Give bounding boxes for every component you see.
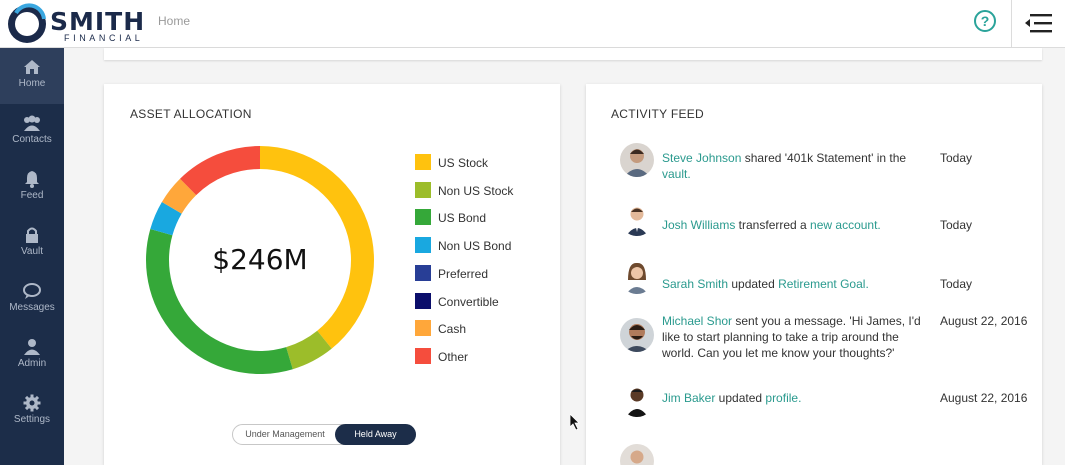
breadcrumb[interactable]: Home	[158, 14, 190, 28]
legend-label: US Bond	[438, 211, 487, 226]
bell-icon	[25, 171, 39, 188]
avatar[interactable]	[620, 383, 654, 417]
feed-user-link[interactable]: Jim Baker	[662, 391, 715, 405]
lock-icon	[26, 227, 38, 243]
legend-swatch	[415, 237, 431, 254]
legend-swatch	[415, 292, 431, 309]
feed-item-text: Sarah Smith updated Retirement Goal.	[662, 276, 922, 292]
legend-label: Other	[438, 349, 469, 364]
feed-date: Today	[940, 218, 973, 232]
feed-item-text: Steve Johnson shared '401k Statement' in…	[662, 150, 922, 182]
sidebar-item-settings[interactable]: Settings	[0, 384, 64, 440]
divider	[1011, 0, 1012, 48]
legend-label: Non US Bond	[438, 239, 512, 254]
help-icon[interactable]: ?	[974, 10, 996, 32]
sidebar-item-feed[interactable]: Feed	[0, 160, 64, 216]
avatar[interactable]	[620, 202, 654, 236]
feed-item-text: Michael Shor sent you a message. 'Hi Jam…	[662, 313, 922, 361]
feed-date: August 22, 2016	[940, 314, 1028, 328]
legend-swatch	[415, 264, 431, 281]
feed-message: shared '401k Statement' in the	[741, 151, 907, 165]
chat-icon	[23, 283, 41, 299]
activity-feed-card	[586, 84, 1042, 465]
top-card-edge	[104, 48, 1042, 60]
management-toggle[interactable]: Under Management Held Away	[232, 424, 416, 445]
feed-target-link[interactable]: vault.	[662, 167, 691, 181]
sidebar-item-label: Contacts	[12, 134, 52, 145]
legend-label: Convertible	[438, 294, 499, 309]
sidebar-item-messages[interactable]: Messages	[0, 272, 64, 328]
avatar[interactable]	[620, 318, 654, 352]
feed-date: Today	[940, 151, 973, 165]
mouse-cursor-icon	[570, 414, 580, 430]
feed-target-link[interactable]: new account.	[810, 218, 881, 232]
legend-swatch	[415, 320, 431, 337]
collapse-menu-icon[interactable]	[1024, 12, 1054, 34]
legend-swatch	[415, 347, 431, 364]
gear-icon	[23, 394, 41, 412]
brand-subtitle: FINANCIAL	[64, 33, 144, 43]
sidebar: Home Contacts Feed Vault Messages Admin …	[0, 48, 64, 465]
sidebar-item-home[interactable]: Home	[0, 48, 64, 104]
feed-message: updated	[728, 277, 779, 291]
smith-financial-logo[interactable]: SMITH FINANCIAL	[6, 3, 144, 45]
feed-user-link[interactable]: Michael Shor	[662, 314, 732, 328]
legend-label: Cash	[438, 322, 467, 337]
feed-message: transferred a	[735, 218, 811, 232]
avatar[interactable]	[620, 260, 654, 294]
feed-user-link[interactable]: Sarah Smith	[662, 277, 728, 291]
feed-user-link[interactable]: Josh Williams	[662, 218, 735, 232]
top-bar: SMITH FINANCIAL Home ?	[0, 0, 1065, 48]
sidebar-item-label: Feed	[20, 190, 44, 201]
feed-item-text: Josh Williams transferred a new account.	[662, 217, 922, 233]
feed-target-link[interactable]: Retirement Goal.	[778, 277, 869, 291]
asset-allocation-title: ASSET ALLOCATION	[130, 107, 252, 121]
brand-name: SMITH	[50, 7, 146, 36]
legend-swatch	[415, 209, 431, 226]
avatar[interactable]	[620, 143, 654, 177]
user-icon	[24, 339, 40, 355]
activity-feed-title: ACTIVITY FEED	[611, 107, 705, 121]
legend-label: Preferred	[438, 266, 489, 281]
feed-message: updated	[715, 391, 766, 405]
feed-date: August 22, 2016	[940, 391, 1028, 405]
feed-item-text: Jim Baker updated profile.	[662, 390, 922, 406]
legend-swatch	[415, 181, 431, 198]
contacts-icon	[24, 115, 40, 131]
sidebar-item-label: Messages	[9, 302, 55, 313]
sidebar-item-contacts[interactable]: Contacts	[0, 104, 64, 160]
sidebar-item-label: Home	[18, 78, 46, 89]
legend-label: US Stock	[438, 156, 489, 170]
logo-mark-icon	[8, 3, 46, 43]
home-icon	[24, 60, 40, 74]
sidebar-item-label: Admin	[17, 358, 47, 369]
feed-date: Today	[940, 277, 973, 291]
sidebar-item-label: Vault	[20, 246, 44, 257]
held-away-option[interactable]: Held Away	[335, 424, 416, 445]
feed-user-link[interactable]: Steve Johnson	[662, 151, 741, 165]
total-assets-value: $246M	[212, 243, 308, 276]
sidebar-item-label: Settings	[13, 414, 51, 425]
sidebar-item-vault[interactable]: Vault	[0, 216, 64, 272]
sidebar-item-admin[interactable]: Admin	[0, 328, 64, 384]
legend-label: Non US Stock	[438, 183, 514, 198]
under-management-option[interactable]: Under Management	[233, 425, 337, 444]
feed-target-link[interactable]: profile.	[765, 391, 801, 405]
legend-swatch	[415, 154, 431, 170]
